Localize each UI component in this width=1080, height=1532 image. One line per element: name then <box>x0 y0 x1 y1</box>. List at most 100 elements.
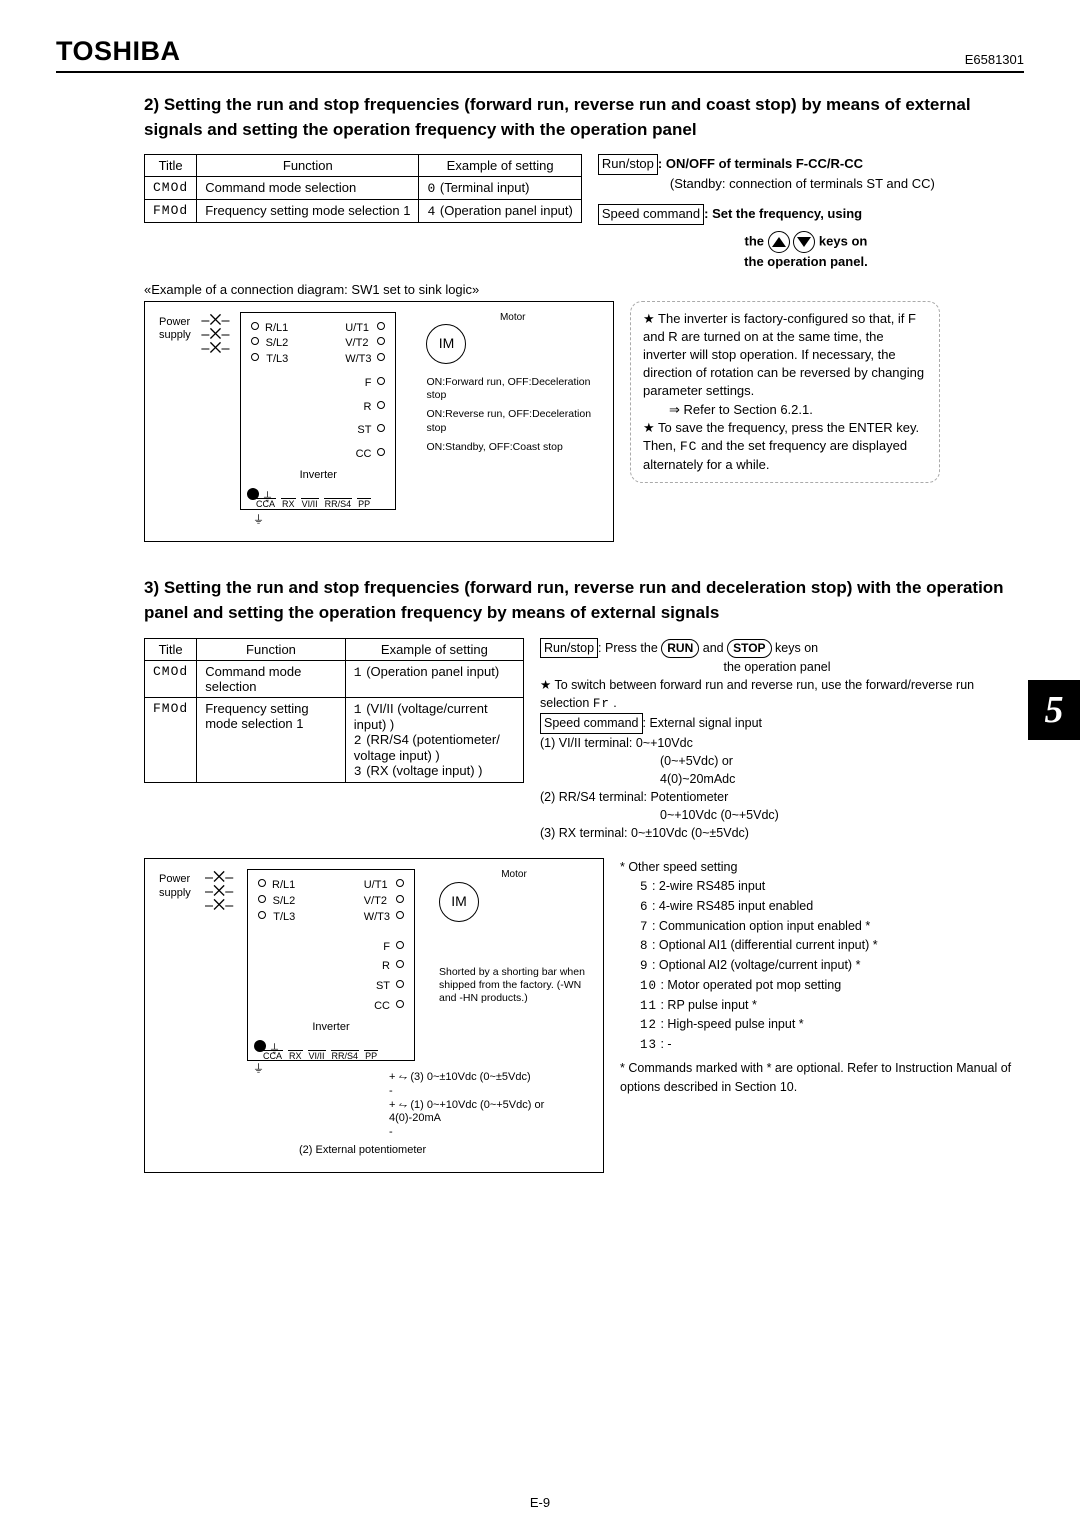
down-key-icon[interactable] <box>793 231 815 253</box>
section-3-heading: 3) Setting the run and stop frequencies … <box>144 576 1014 625</box>
speed-text: : External signal input <box>643 716 763 730</box>
speed-opt: 6 : 4-wire RS485 input enabled <box>640 897 1014 917</box>
td-title: FMOd <box>145 200 197 223</box>
td-title: CMOd <box>145 660 197 697</box>
sig-line: 4(0)~20mAdc <box>540 770 1014 788</box>
td-setting: 1 (VI/II (voltage/current input) ) 2 (RR… <box>345 697 523 782</box>
speed-opt: 10 : Motor operated pot mop setting <box>640 976 1014 996</box>
star-note-3: ★ To save the frequency, press the ENTER… <box>643 419 927 475</box>
speed-opt: 12 : High-speed pulse input * <box>640 1015 1014 1035</box>
short-bar-note: Shorted by a shorting bar when shipped f… <box>439 966 589 1005</box>
speed-panel: the operation panel. <box>744 254 868 269</box>
speed-opt: 8 : Optional AI1 (differential current i… <box>640 936 1014 956</box>
page-number: E-9 <box>0 1495 1080 1510</box>
run-key[interactable]: RUN <box>661 639 699 658</box>
wire-note: - <box>389 1085 589 1099</box>
power-supply-label: Power supply <box>159 312 201 344</box>
speed-text: : Set the frequency, using <box>704 206 862 221</box>
speed-keys-on: keys on <box>819 233 867 248</box>
th-title: Title <box>145 155 197 177</box>
runstop-label: Run/stop <box>540 638 598 658</box>
th-function: Function <box>197 638 346 660</box>
td-setting: 0 (Terminal input) <box>419 177 581 200</box>
power-supply-label: Power supply <box>159 869 205 901</box>
inverter-box: R/L1 S/L2 T/L3 U/T1 V/T2 W/T3 F <box>240 312 396 510</box>
sig-line: (1) VI/II terminal: 0~+10Vdc <box>540 734 1014 752</box>
star-note-box: ★ The inverter is factory-configured so … <box>630 301 940 484</box>
sig-desc: ON:Reverse run, OFF:Deceleration stop <box>426 408 599 434</box>
page-header: TOSHIBA E6581301 <box>56 36 1024 73</box>
brand-logo: TOSHIBA <box>56 36 181 67</box>
document-code: E6581301 <box>965 52 1024 67</box>
td-function: Frequency setting mode selection 1 <box>197 697 346 782</box>
td-setting: 4 (Operation panel input) <box>419 200 581 223</box>
page-content: 2) Setting the run and stop frequencies … <box>56 93 1024 1189</box>
bottom-terminals: CCA RX VI/II RR/S4 PP <box>255 498 371 510</box>
runstop-sub: the operation panel <box>540 658 1014 676</box>
runstop-label: Run/stop <box>598 154 658 175</box>
settings-table-2: Title Function Example of setting CMOd C… <box>144 154 582 223</box>
th-function: Function <box>197 155 419 177</box>
runstop-text: : Press the <box>598 641 661 655</box>
td-title: CMOd <box>145 177 197 200</box>
wire-note: + ⥊ (3) 0~±10Vdc (0~±5Vdc) <box>389 1071 589 1085</box>
runstop-text: : ON/OFF of terminals F-CC/R-CC <box>658 156 863 171</box>
diagram-2-caption: «Example of a connection diagram: SW1 se… <box>144 282 1014 297</box>
td-function: Command mode selection <box>197 177 419 200</box>
other-speed-title: * Other speed setting <box>620 858 1014 877</box>
th-title: Title <box>145 638 197 660</box>
speed-opt: 5 : 2-wire RS485 input <box>640 877 1014 897</box>
fuse-icon: ⎯✕⎯⎯✕⎯⎯✕⎯ <box>205 869 247 913</box>
speed-the: the <box>745 233 765 248</box>
section-3-lower: Power supply ⎯✕⎯⎯✕⎯⎯✕⎯ R/L1 S/L2 T/L3 U/… <box>144 858 1014 1188</box>
fuse-icon: ⎯✕⎯⎯✕⎯⎯✕⎯ <box>201 312 240 356</box>
sig-line: (2) RR/S4 terminal: Potentiometer <box>540 788 1014 806</box>
td-title: FMOd <box>145 697 197 782</box>
motor-icon: IM <box>439 882 479 922</box>
td-function: Frequency setting mode selection 1 <box>197 200 419 223</box>
motor-icon: IM <box>426 324 466 364</box>
inverter-label: Inverter <box>251 469 385 483</box>
bottom-terminals: CCA RX VI/II RR/S4 PP <box>262 1050 378 1062</box>
speed-label: Speed command <box>598 204 704 225</box>
wire-note: - <box>389 1126 589 1140</box>
motor-label: Motor <box>439 869 589 882</box>
motor-label: Motor <box>426 312 599 325</box>
sig-line: (3) RX terminal: 0~±10Vdc (0~±5Vdc) <box>540 824 1014 842</box>
inverter-box: R/L1 S/L2 T/L3 U/T1 V/T2 W/T3 F <box>247 869 415 1061</box>
sig-line: 0~+10Vdc (0~+5Vdc) <box>540 806 1014 824</box>
speed-opt: 9 : Optional AI2 (voltage/current input)… <box>640 956 1014 976</box>
speed-label: Speed command <box>540 713 643 733</box>
sig-line: (0~+5Vdc) or <box>540 752 1014 770</box>
th-example: Example of setting <box>419 155 581 177</box>
section-2-top: Title Function Example of setting CMOd C… <box>144 154 1014 271</box>
wire-note: + ⥊ (1) 0~+10Vdc (0~+5Vdc) or 4(0)-20mA <box>389 1099 589 1127</box>
td-function: Command mode selection <box>197 660 346 697</box>
page: TOSHIBA E6581301 5 2) Setting the run an… <box>0 0 1080 1532</box>
ext-pot-label: (2) External potentiometer <box>299 1144 589 1158</box>
section-tab-number: 5 <box>1028 680 1080 740</box>
speed-opt: 13 : - <box>640 1035 1014 1055</box>
section-2-heading: 2) Setting the run and stop frequencies … <box>144 93 1014 142</box>
section-2-lower: Power supply ⎯✕⎯⎯✕⎯⎯✕⎯ R/L1 S/L2 T/L3 U/… <box>144 301 1014 559</box>
section-3-notes: Run/stop: Press the RUN and STOP keys on… <box>540 638 1014 843</box>
stop-key[interactable]: STOP <box>727 639 771 658</box>
td-setting: 1 (Operation panel input) <box>345 660 523 697</box>
other-speed-footnote: * Commands marked with * are optional. R… <box>620 1059 1014 1097</box>
other-speed-settings: * Other speed setting 5 : 2-wire RS485 i… <box>620 858 1014 1096</box>
switch-note: ★ To switch between forward run and reve… <box>540 676 1014 713</box>
star-note-1: ★ The inverter is factory-configured so … <box>643 310 927 401</box>
inverter-label: Inverter <box>258 1021 404 1035</box>
th-example: Example of setting <box>345 638 523 660</box>
section-3-top: Title Function Example of setting CMOd C… <box>144 638 1014 843</box>
connection-diagram-2: Power supply ⎯✕⎯⎯✕⎯⎯✕⎯ R/L1 S/L2 T/L3 U/… <box>144 301 614 543</box>
ground-line-icon: ⏚ <box>253 514 599 528</box>
up-key-icon[interactable] <box>768 231 790 253</box>
runstop-sub: (Standby: connection of terminals ST and… <box>598 175 1014 194</box>
connection-diagram-3: Power supply ⎯✕⎯⎯✕⎯⎯✕⎯ R/L1 S/L2 T/L3 U/… <box>144 858 604 1172</box>
sig-desc: ON:Forward run, OFF:Deceleration stop <box>426 376 599 402</box>
speed-opt: 7 : Communication option input enabled * <box>640 917 1014 937</box>
star-note-2: ⇒ Refer to Section 6.2.1. <box>643 401 927 419</box>
section-2-notes: Run/stop: ON/OFF of terminals F-CC/R-CC … <box>598 154 1014 271</box>
settings-table-3: Title Function Example of setting CMOd C… <box>144 638 524 783</box>
